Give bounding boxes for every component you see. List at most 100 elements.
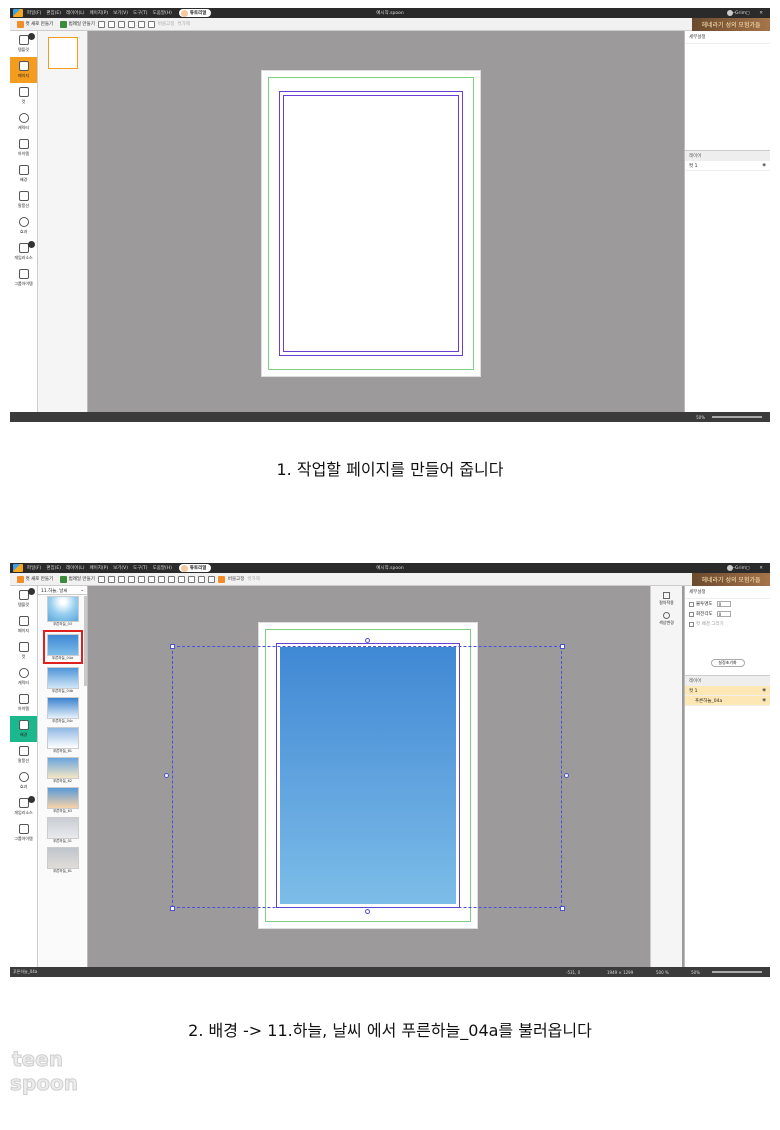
tool-icon-4[interactable] bbox=[127, 20, 135, 28]
menu-layer[interactable]: 레이어(L) bbox=[66, 565, 84, 571]
resize-handle-tl[interactable] bbox=[170, 644, 175, 649]
opacity-input[interactable]: 0 bbox=[716, 601, 731, 607]
eye-icon[interactable]: ◉ bbox=[762, 698, 766, 703]
menu-view[interactable]: 보기(V) bbox=[113, 10, 128, 16]
tool-icon-2[interactable] bbox=[107, 575, 115, 583]
window-controls[interactable]: — ▢ ✕ bbox=[732, 566, 767, 571]
asset-item[interactable]: 푸른하늘_61 bbox=[38, 847, 87, 874]
resize-handle-right[interactable] bbox=[564, 773, 569, 778]
tool-icon-6[interactable] bbox=[147, 575, 155, 583]
tool-icon-3[interactable] bbox=[117, 20, 125, 28]
left-item-template[interactable]: 템플릿 bbox=[10, 31, 37, 57]
tool-icon-1[interactable] bbox=[97, 575, 105, 583]
canvas-area[interactable] bbox=[88, 586, 650, 967]
tutorial-button[interactable]: 튜토리얼 bbox=[178, 564, 212, 572]
left-item-resources[interactable]: 개임리소스 bbox=[10, 794, 37, 820]
asset-item[interactable]: 푸른하늘_62 bbox=[38, 757, 87, 784]
asset-item[interactable]: 푸른하늘_61 bbox=[38, 727, 87, 754]
left-item-character[interactable]: 캐릭터 bbox=[10, 664, 37, 690]
asset-item-selected[interactable]: 푸른하늘_04a bbox=[42, 630, 83, 664]
menu-file[interactable]: 파일(F) bbox=[27, 565, 41, 571]
layer-row[interactable]: 컷 1 ◉ bbox=[685, 161, 770, 171]
opacity-checkbox[interactable] bbox=[689, 601, 694, 607]
tool-icon-7[interactable] bbox=[157, 575, 165, 583]
canvas-area[interactable] bbox=[88, 31, 660, 412]
left-item-group[interactable]: 그룹아이템 bbox=[10, 265, 37, 291]
eye-icon[interactable]: ◉ bbox=[762, 688, 766, 693]
tool-icon-10[interactable] bbox=[187, 575, 195, 583]
asset-item[interactable]: 푸른하늘_03 bbox=[38, 596, 87, 627]
left-item-character[interactable]: 캐릭터 bbox=[10, 109, 37, 135]
make-frame-button[interactable]: 범례일 만들기 bbox=[57, 20, 95, 28]
menu-help[interactable]: 도움말(H) bbox=[153, 10, 172, 16]
left-item-cut[interactable]: 컷 bbox=[10, 638, 37, 664]
left-item-template[interactable]: 템플릿 bbox=[10, 586, 37, 612]
asset-item[interactable]: 푸른하늘_63 bbox=[38, 787, 87, 814]
tool-icon-11[interactable] bbox=[197, 575, 205, 583]
resize-handle-bottom[interactable] bbox=[365, 909, 370, 914]
tool-icon-3[interactable] bbox=[117, 575, 125, 583]
tool-icon-12[interactable] bbox=[207, 575, 215, 583]
make-frame-button[interactable]: 범례일 만들기 bbox=[57, 575, 95, 583]
tool-icon-5[interactable] bbox=[137, 20, 145, 28]
menu-page[interactable]: 페이지(P) bbox=[89, 10, 108, 16]
reset-button[interactable]: 설정초기화 bbox=[710, 659, 745, 667]
rotate-input[interactable]: 0 bbox=[716, 611, 731, 617]
asset-item[interactable]: 푸른하늘_04b bbox=[38, 667, 87, 694]
left-item-speech[interactable]: 말풍선 bbox=[10, 187, 37, 213]
rotate-checkbox[interactable] bbox=[689, 611, 694, 617]
resize-handle-tr[interactable] bbox=[560, 644, 565, 649]
asset-item[interactable]: 푸른하늘_04c bbox=[38, 697, 87, 724]
cut-label[interactable]: 컷가제 bbox=[247, 576, 259, 582]
window-controls[interactable]: — ▢ ✕ bbox=[732, 11, 767, 16]
color-tool[interactable]: 색상변경 bbox=[651, 612, 682, 626]
zoom-slider[interactable] bbox=[712, 416, 762, 418]
layer-row-cut[interactable]: 컷 1 ◉ bbox=[685, 686, 770, 696]
menu-page[interactable]: 페이지(P) bbox=[89, 565, 108, 571]
resize-handle-bl[interactable] bbox=[170, 906, 175, 911]
left-item-effect[interactable]: 효과 bbox=[10, 213, 37, 239]
cut-label[interactable]: 컷가제 bbox=[177, 21, 189, 27]
menu-tools[interactable]: 도구(T) bbox=[133, 565, 148, 571]
menu-layer[interactable]: 레이어(L) bbox=[66, 10, 84, 16]
layer-row-image[interactable]: 푸른하늘_04a ◉ bbox=[685, 696, 770, 706]
menu-file[interactable]: 파일(F) bbox=[27, 10, 41, 16]
left-item-group[interactable]: 그룹아이템 bbox=[10, 820, 37, 846]
left-item-speech[interactable]: 말풍선 bbox=[10, 742, 37, 768]
tool-icon-5[interactable] bbox=[137, 575, 145, 583]
fix-bubble-label[interactable]: 버블고정 bbox=[158, 21, 175, 27]
menu-view[interactable]: 보기(V) bbox=[113, 565, 128, 571]
menu-help[interactable]: 도움말(H) bbox=[153, 565, 172, 571]
left-item-page[interactable]: 페이지 bbox=[10, 612, 37, 638]
fix-bubble-checkbox[interactable] bbox=[217, 575, 225, 583]
asset-item[interactable]: 푸른하늘_01 bbox=[38, 817, 87, 844]
tool-icon-9[interactable] bbox=[177, 575, 185, 583]
tool-icon-4[interactable] bbox=[127, 575, 135, 583]
menu-edit[interactable]: 편집(E) bbox=[46, 10, 61, 16]
left-item-resources[interactable]: 개임리소스 bbox=[10, 239, 37, 265]
left-item-item[interactable]: 아이템 bbox=[10, 135, 37, 161]
eye-icon[interactable]: ◉ bbox=[762, 163, 766, 168]
left-item-item[interactable]: 아이템 bbox=[10, 690, 37, 716]
zoom-slider[interactable] bbox=[712, 971, 762, 973]
resize-handle-top[interactable] bbox=[365, 638, 370, 643]
asset-scrollbar[interactable] bbox=[84, 596, 87, 686]
tool-icon-2[interactable] bbox=[107, 20, 115, 28]
left-item-page[interactable]: 페이지 bbox=[10, 57, 37, 83]
apply-tool[interactable]: 절차적용 bbox=[651, 592, 682, 606]
new-cut-button[interactable]: 컷 새로 만들기 bbox=[14, 20, 53, 28]
tool-icon-6[interactable] bbox=[147, 20, 155, 28]
left-item-effect[interactable]: 효과 bbox=[10, 768, 37, 794]
page-thumbnail[interactable] bbox=[47, 37, 78, 69]
left-item-cut[interactable]: 컷 bbox=[10, 83, 37, 109]
left-item-background[interactable]: 배경 bbox=[10, 161, 37, 187]
menu-tools[interactable]: 도구(T) bbox=[133, 10, 148, 16]
resize-handle-br[interactable] bbox=[560, 906, 565, 911]
new-cut-button[interactable]: 컷 새로 만들기 bbox=[14, 575, 53, 583]
selection-box[interactable] bbox=[172, 646, 562, 908]
left-item-background[interactable]: 배경 bbox=[10, 716, 37, 742]
tutorial-button[interactable]: 튜토리얼 bbox=[178, 9, 212, 17]
bg-draw-checkbox[interactable] bbox=[689, 621, 694, 627]
tool-icon-8[interactable] bbox=[167, 575, 175, 583]
tool-icon-1[interactable] bbox=[97, 20, 105, 28]
